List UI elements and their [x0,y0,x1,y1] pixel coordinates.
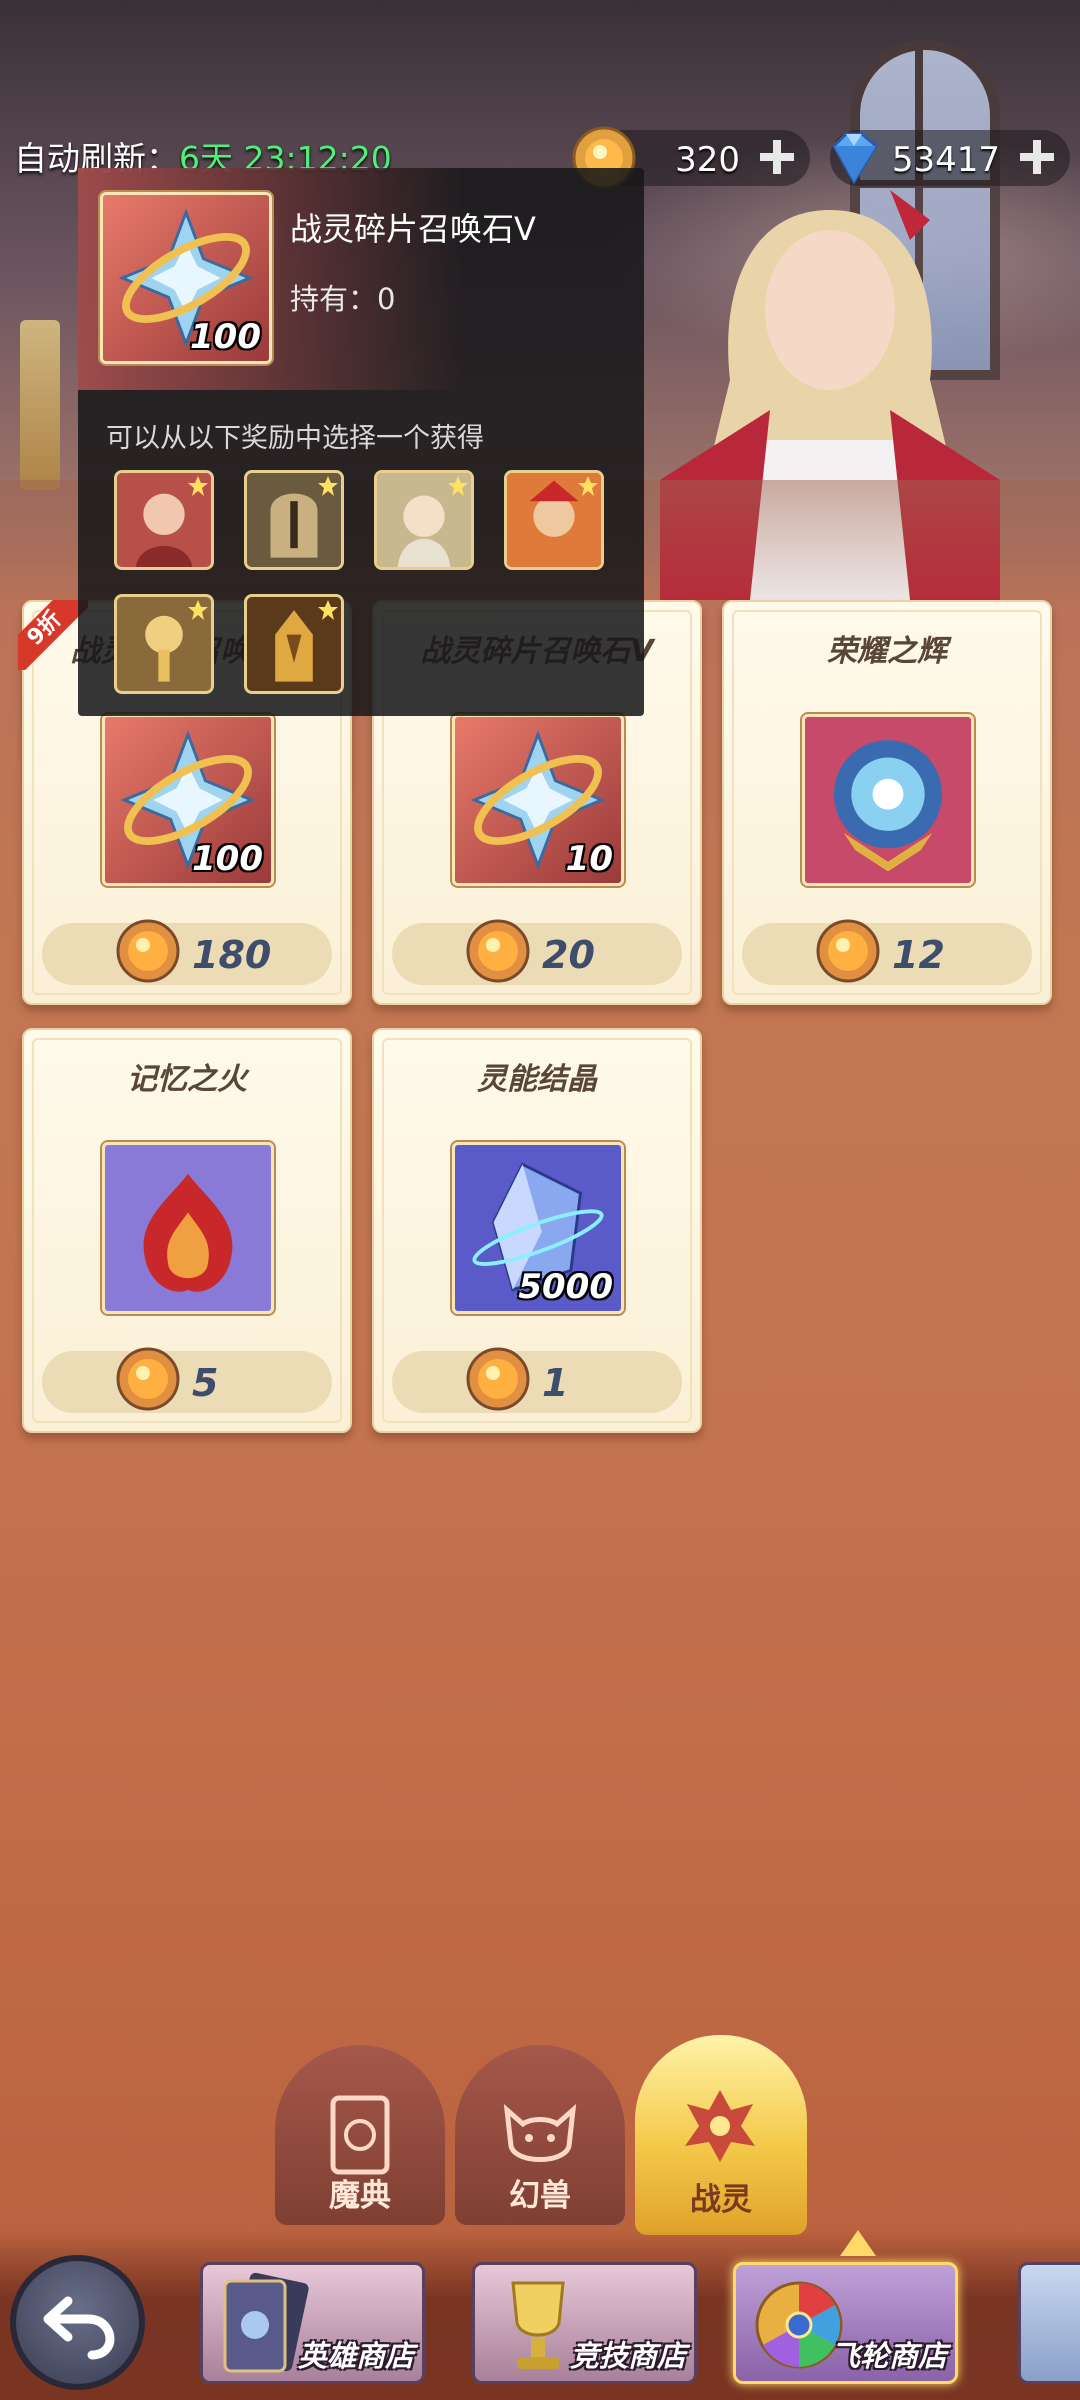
tooltip-item-image: 100 [100,192,272,364]
item-image: 100 [102,714,274,886]
tab-beast[interactable]: 幻兽 [455,2045,625,2225]
gold-coin-icon [466,919,530,983]
gold-coin-icon [116,1347,180,1411]
gem-amount: 53417 [891,140,1000,180]
reward-option-2[interactable] [244,470,344,570]
flywheel-shop-tab[interactable]: 飞轮商店 [733,2262,958,2384]
item-price: 1 [542,1361,569,1405]
shop-item-memory-flame[interactable]: 记忆之火 5 [22,1028,352,1433]
item-quantity: 100 [192,839,263,879]
spirit-icon [685,2090,755,2162]
arena-shop-tab[interactable]: 竞技商店 [472,2262,697,2384]
candle-decoration [20,320,60,490]
reward-option-6[interactable] [244,594,344,694]
crystal-orb-icon [805,717,971,883]
next-shop-tab[interactable] [1018,2262,1080,2384]
shop-item-glory-radiance[interactable]: 荣耀之辉 12 [722,600,1052,1005]
price-tag: 180 [42,919,332,985]
item-image: 5000 [452,1142,624,1314]
star-icon [318,600,338,620]
flame-icon [105,1145,271,1311]
diamond-icon [832,132,878,185]
item-title: 记忆之火 [127,1062,247,1097]
gold-coin-icon [116,919,180,983]
shop-tab-label: 飞轮商店 [830,2339,947,2373]
star-icon [318,476,338,496]
item-title: 荣耀之辉 [827,634,947,669]
back-button[interactable] [10,2255,145,2390]
star-icon [448,476,468,496]
tooltip-item-name: 战灵碎片召唤石V [290,210,536,248]
item-quantity: 5000 [518,1267,613,1307]
star-icon [578,476,598,496]
tooltip-description: 可以从以下奖励中选择一个获得 [106,423,484,454]
item-price: 180 [192,933,272,977]
price-tag: 12 [742,919,1032,985]
shop-item-psionic-crystal[interactable]: 灵能结晶 5000 1 [372,1028,702,1433]
active-indicator-icon [840,2230,876,2256]
item-price: 12 [892,933,945,977]
tab-label: 魔典 [329,2178,391,2214]
beast-icon [503,2103,577,2162]
add-gem-icon[interactable] [1014,134,1060,180]
item-price: 20 [542,933,595,977]
reward-option-1[interactable] [114,470,214,570]
gem-currency: 53417 [830,130,1070,186]
tab-label: 战灵 [690,2182,752,2218]
tooltip-item-quantity: 100 [190,317,261,357]
star-icon [188,600,208,620]
tab-spirit[interactable]: 战灵 [635,2035,807,2235]
tome-icon [330,2095,390,2175]
price-tag: 5 [42,1347,332,1413]
item-tooltip: 100 战灵碎片召唤石V 持有：0 可以从以下奖励中选择一个获得 [78,168,644,716]
tab-tome[interactable]: 魔典 [275,2045,445,2225]
add-gold-icon[interactable] [754,134,800,180]
gold-coin-icon [816,919,880,983]
item-image [102,1142,274,1314]
price-tag: 1 [392,1347,682,1413]
item-title: 灵能结晶 [477,1062,597,1097]
tooltip-owned-count: 持有：0 [290,282,396,316]
item-image [802,714,974,886]
item-image: 10 [452,714,624,886]
reward-option-4[interactable] [504,470,604,570]
item-price: 5 [192,1361,219,1405]
shop-tab-label: 英雄商店 [297,2339,414,2373]
back-arrow-icon [43,2296,115,2360]
reward-option-3[interactable] [374,470,474,570]
hero-shop-tab[interactable]: 英雄商店 [200,2262,425,2384]
gold-amount: 320 [675,140,740,180]
tab-label: 幻兽 [509,2178,571,2214]
shop-tab-label: 竞技商店 [569,2339,686,2373]
item-quantity: 10 [565,839,613,879]
star-icon [188,476,208,496]
reward-option-5[interactable] [114,594,214,694]
gold-coin-icon [466,1347,530,1411]
price-tag: 20 [392,919,682,985]
